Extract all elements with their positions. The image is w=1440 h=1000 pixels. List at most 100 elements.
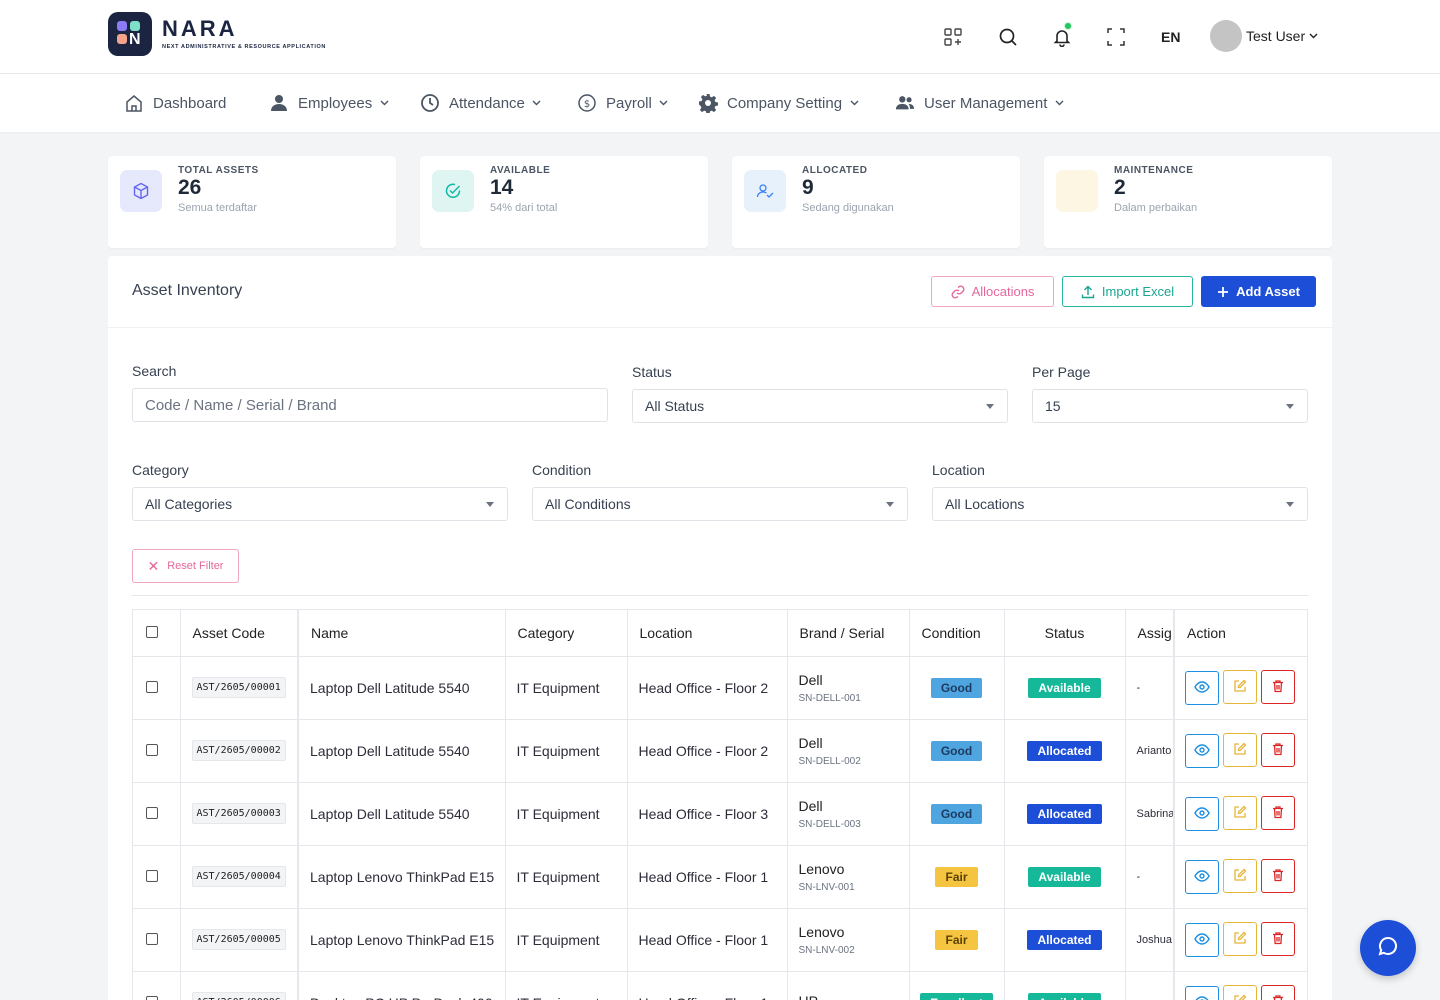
asset-brand: HP	[799, 992, 909, 1000]
trash-icon	[1271, 931, 1285, 948]
main-nav: Dashboard Employees Attendance $ Payroll…	[0, 74, 1440, 132]
view-button[interactable]	[1185, 859, 1219, 894]
nav-user-management[interactable]: User Management	[895, 74, 1064, 132]
column-header[interactable]: Category	[505, 610, 628, 657]
column-header[interactable]: Condition	[909, 610, 1005, 657]
dollar-circle-icon: $	[577, 93, 597, 113]
asset-inventory-card: Asset Inventory Allocations Import Excel…	[108, 256, 1332, 1000]
condition-cell: Good	[909, 782, 1005, 846]
edit-button[interactable]	[1223, 796, 1257, 831]
status-badge: Available	[1028, 866, 1101, 887]
status-cell: Allocated	[1004, 908, 1126, 972]
search-input[interactable]: Code / Name / Serial / Brand	[132, 388, 608, 422]
nav-company-setting[interactable]: Company Setting	[698, 74, 859, 132]
asset-location: Head Office - Floor 3	[627, 782, 788, 846]
view-button[interactable]	[1185, 985, 1219, 1000]
delete-button[interactable]	[1261, 922, 1295, 957]
row-checkbox[interactable]	[146, 932, 158, 945]
stat-subtext: Dalam perbaikan	[1114, 202, 1198, 214]
column-header[interactable]: Name	[297, 610, 506, 657]
user-menu[interactable]: Test User	[1210, 20, 1318, 52]
edit-button[interactable]	[1223, 922, 1257, 957]
notification-dot	[1064, 22, 1072, 30]
trash-icon	[1271, 742, 1285, 759]
logo-mark: N	[108, 12, 152, 56]
delete-button[interactable]	[1261, 985, 1295, 1000]
asset-code: AST/2605/00002	[191, 740, 286, 761]
add-asset-button[interactable]: Add Asset	[1201, 276, 1316, 307]
edit-button[interactable]	[1223, 670, 1257, 705]
stat-label: ALLOCATED	[802, 165, 868, 176]
language-switcher[interactable]: EN	[1161, 29, 1180, 45]
nav-payroll[interactable]: $ Payroll	[577, 74, 669, 132]
edit-button[interactable]	[1223, 859, 1257, 894]
nav-employees[interactable]: Employees	[269, 74, 389, 132]
import-excel-button[interactable]: Import Excel	[1062, 276, 1193, 307]
action-cell	[1173, 845, 1307, 909]
select-all-checkbox[interactable]	[146, 625, 158, 638]
asset-category: IT Equipment	[505, 971, 628, 1000]
row-checkbox[interactable]	[146, 680, 158, 693]
assigned-to: -	[1125, 845, 1175, 909]
column-header[interactable]: Brand / Serial	[787, 610, 910, 657]
trash-icon	[1271, 679, 1285, 696]
trash-icon	[1271, 868, 1285, 885]
row-checkbox[interactable]	[146, 869, 158, 882]
reset-filter-label: Reset Filter	[167, 560, 224, 572]
column-header[interactable]: Asset Code	[180, 610, 299, 657]
view-button[interactable]	[1185, 670, 1219, 705]
column-header[interactable]: Assig	[1125, 610, 1175, 657]
table-row: AST/2605/00002 Laptop Dell Latitude 5540 I…	[133, 719, 1307, 783]
asset-code: AST/2605/00004	[191, 866, 286, 887]
asset-code-cell: AST/2605/00002	[180, 719, 299, 783]
asset-code: AST/2605/00003	[191, 803, 286, 824]
search-icon[interactable]	[995, 24, 1021, 50]
app-logo[interactable]: N NARA NEXT ADMINISTRATIVE & RESOURCE AP…	[108, 12, 326, 56]
status-cell: Available	[1004, 971, 1126, 1000]
status-select[interactable]: All Status	[632, 389, 1008, 423]
reset-filter-button[interactable]: ✕ Reset Filter	[132, 549, 239, 583]
edit-button[interactable]	[1223, 985, 1257, 1000]
card-header: Asset Inventory Allocations Import Excel…	[108, 256, 1332, 328]
row-checkbox[interactable]	[146, 806, 158, 819]
allocations-button[interactable]: Allocations	[931, 276, 1054, 307]
action-cell	[1173, 719, 1307, 783]
delete-button[interactable]	[1261, 796, 1295, 831]
category-select[interactable]: All Categories	[132, 487, 508, 521]
condition-select[interactable]: All Conditions	[532, 487, 908, 521]
condition-badge: Fair	[935, 929, 978, 950]
asset-serial: SN-DELL-001	[798, 693, 861, 704]
location-select[interactable]: All Locations	[932, 487, 1308, 521]
view-button[interactable]	[1185, 922, 1219, 957]
brand-serial-cell: HP	[787, 971, 910, 1000]
fullscreen-icon[interactable]	[1103, 24, 1129, 50]
trash-icon	[1271, 994, 1285, 1000]
condition-badge: Fair	[935, 866, 978, 887]
view-button[interactable]	[1185, 733, 1219, 768]
stat-value: 26	[178, 176, 202, 199]
delete-button[interactable]	[1261, 670, 1295, 705]
nav-dashboard[interactable]: Dashboard	[124, 74, 226, 132]
row-checkbox[interactable]	[146, 995, 158, 1000]
asset-brand: Dell	[798, 735, 823, 751]
chat-button[interactable]	[1360, 920, 1416, 976]
chevron-down-icon	[1309, 31, 1318, 42]
asset-code-cell: AST/2605/00005	[180, 908, 299, 972]
view-button[interactable]	[1185, 796, 1219, 831]
apps-grid-icon[interactable]	[940, 24, 966, 50]
edit-button[interactable]	[1223, 733, 1257, 768]
asset-code-cell: AST/2605/00003	[180, 782, 299, 846]
link-icon	[951, 285, 965, 299]
nav-attendance[interactable]: Attendance	[420, 74, 542, 132]
delete-button[interactable]	[1261, 733, 1295, 768]
status-badge: Available	[1028, 992, 1101, 1000]
bell-icon[interactable]	[1049, 22, 1075, 50]
delete-button[interactable]	[1261, 859, 1295, 894]
asset-category: IT Equipment	[505, 656, 628, 720]
row-checkbox[interactable]	[146, 743, 158, 756]
per-page-select[interactable]: 15	[1032, 389, 1308, 423]
asset-category: IT Equipment	[505, 908, 628, 972]
column-header[interactable]: Location	[627, 610, 788, 657]
column-header[interactable]: Status	[1004, 610, 1126, 657]
edit-icon	[1233, 994, 1247, 1000]
